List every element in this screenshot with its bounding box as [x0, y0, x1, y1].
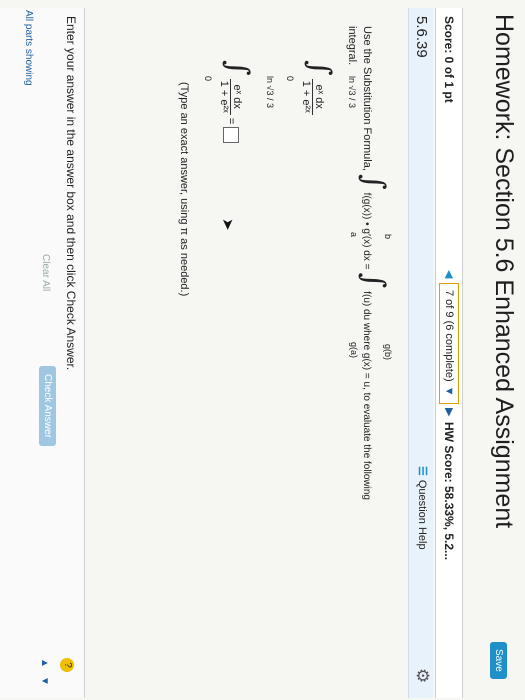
formula-right: f(u) du where g(x) = u, to evaluate the …	[361, 291, 372, 500]
gear-icon[interactable]: ⚙	[412, 668, 432, 683]
equals-sign: =	[225, 117, 237, 125]
answer-hint: (Type an exact answer, using π as needed…	[178, 82, 190, 297]
score-label: Score: 0 of 1 pt	[442, 16, 456, 103]
answer-expression: ln √3 / 3 ∫ eˣ dx 1 + e²ˣ = 0	[203, 60, 275, 144]
question-progress-select[interactable]: 7 of 9 (6 complete) ▼	[439, 283, 459, 404]
chevron-up-icon[interactable]: ▲	[39, 658, 50, 668]
integrand-denominator: 1 + e²ˣ	[300, 80, 313, 113]
limit-a: a	[349, 232, 359, 238]
question-content: Use the Substitution Formula, ∫ f(g(x)) …	[85, 0, 405, 700]
check-answer-button[interactable]: Check Answer	[39, 366, 56, 446]
instruction-end: integral.	[346, 26, 358, 66]
upper-limit: ln √3 / 3	[347, 76, 357, 108]
next-question-icon[interactable]: ▶	[443, 408, 456, 416]
clear-all-button[interactable]: Clear All	[40, 254, 51, 291]
chevron-down-icon: ▼	[443, 385, 455, 397]
limit-gb: g(b)	[383, 344, 393, 361]
question-help-button[interactable]: ☰ Question Help	[416, 466, 429, 550]
integral-symbol-2: ∫	[356, 272, 391, 289]
upper-limit-2: ln √3 / 3	[265, 76, 275, 108]
previous-question-icon[interactable]: ◀	[443, 270, 456, 278]
cursor-icon: ➤	[219, 218, 236, 231]
integral-symbol: ∫	[356, 173, 391, 190]
integrand-fraction: eˣ dx 1 + e²ˣ	[300, 78, 326, 115]
chevron-down-icon-2[interactable]: ▼	[39, 676, 50, 686]
integrand-numerator-2: eˣ dx	[230, 78, 244, 115]
footer-message: Enter your answer in the answer box and …	[64, 16, 78, 371]
instruction-text: Use the Substitution Formula, ∫ f(g(x)) …	[344, 26, 393, 666]
formula-left: f(g(x)) • g′(x) dx =	[361, 192, 372, 270]
save-button[interactable]: Save	[490, 642, 507, 679]
lower-limit-2: 0	[203, 76, 213, 82]
question-bar: 5.6.39 ☰ Question Help ⚙	[408, 8, 433, 698]
integral-expression: ln √3 / 3 ∫ eˣ dx 1 + e²ˣ 0	[285, 60, 357, 115]
lower-limit: 0	[285, 76, 295, 82]
footer-bar: Enter your answer in the answer box and …	[0, 8, 85, 698]
question-number: 5.6.39	[413, 16, 430, 58]
progress-label: 7 of 9 (6 complete)	[443, 290, 455, 382]
list-icon: ☰	[416, 466, 428, 476]
integrand-fraction-2: eˣ dx 1 + e²ˣ	[218, 78, 244, 115]
limit-ga: g(a)	[349, 342, 359, 359]
hw-score-label: HW Score: 58.33%, 5.2...	[442, 422, 456, 561]
integrand-denominator-2: 1 + e²ˣ	[218, 80, 231, 113]
integrand-numerator: eˣ dx	[312, 78, 326, 115]
all-parts-showing-link[interactable]: All parts showing	[23, 10, 34, 86]
integral-symbol-3: ∫	[302, 60, 337, 76]
homework-page: Homework: Section 5.6 Enhanced Assignmen…	[0, 0, 525, 700]
help-icon[interactable]: ?	[60, 658, 74, 672]
page-title: Homework: Section 5.6 Enhanced Assignmen…	[490, 14, 518, 529]
instruction-prefix: Use the Substitution Formula,	[361, 26, 373, 171]
integral-symbol-4: ∫	[220, 60, 255, 76]
question-help-label: Question Help	[416, 479, 428, 550]
answer-input[interactable]	[222, 127, 239, 144]
limit-b: b	[383, 234, 393, 240]
score-bar: Score: 0 of 1 pt ◀ 7 of 9 (6 complete)▼ …	[435, 8, 463, 698]
